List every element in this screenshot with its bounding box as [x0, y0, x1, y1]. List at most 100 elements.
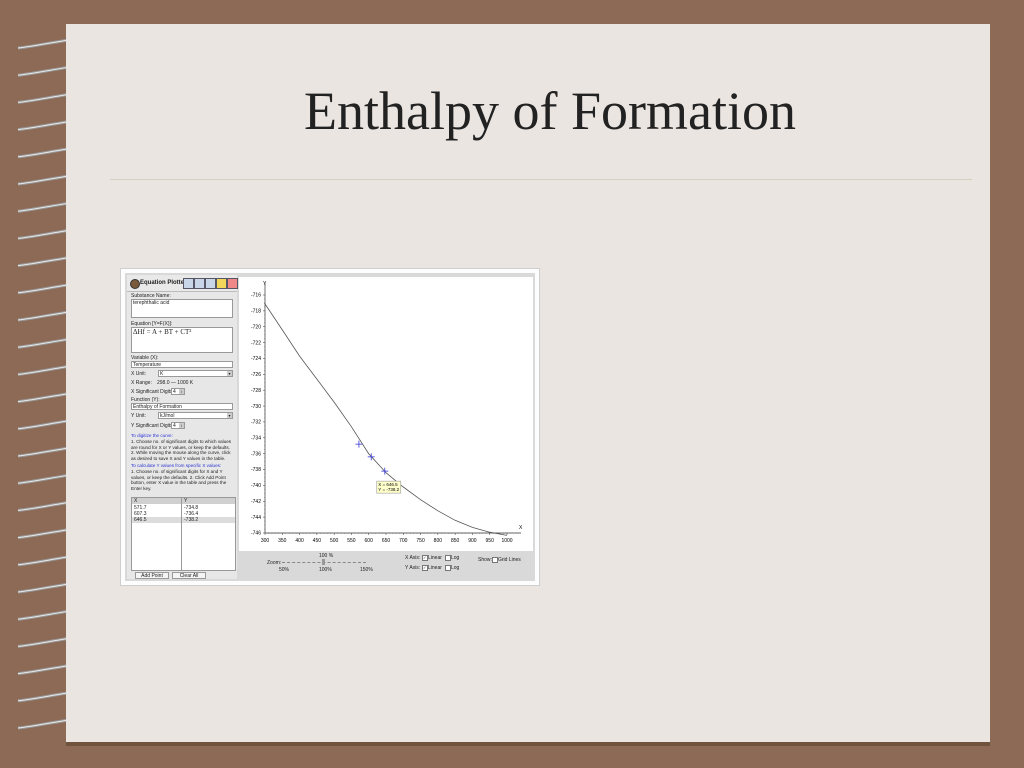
- y-tick-label: -734: [251, 436, 261, 442]
- y-axis-title: Y: [263, 281, 267, 287]
- zoom-min: 50%: [279, 567, 290, 573]
- calc-heading: To calculate Y values from specific X va…: [131, 463, 222, 468]
- x-tick-label: 450: [313, 538, 322, 544]
- x-tick-label: 700: [399, 538, 408, 544]
- x-tick-label: 950: [486, 538, 495, 544]
- points-table[interactable]: X Y 571.7 -734.8 607.3 -736.4 646.5 -738…: [131, 497, 236, 571]
- x-tick-label: 500: [330, 538, 339, 544]
- grid-lines-label: Grid Lines: [498, 557, 521, 563]
- y-tick-label: -726: [251, 372, 261, 378]
- x-unit-value: K: [160, 371, 164, 377]
- minus-icon[interactable]: [183, 278, 194, 289]
- chart[interactable]: Y X -716 -718 -720 -722 -724 -726 -728 -730 -732 -7…: [239, 277, 533, 551]
- y-tick-label: -744: [251, 515, 261, 521]
- chevron-down-icon: ▾: [227, 371, 232, 376]
- y-axis-label: Y Axis:: [405, 565, 421, 571]
- digitize-instructions: 1. Choose no. of significant digits to w…: [131, 439, 232, 461]
- series-line[interactable]: [263, 302, 508, 536]
- print-icon[interactable]: [227, 278, 238, 289]
- y-sig-value: 4: [173, 423, 176, 429]
- y-sig-stepper[interactable]: 4 ↕: [171, 422, 185, 429]
- variable-input[interactable]: Temperature: [131, 361, 233, 368]
- x-tick-label: 800: [434, 538, 443, 544]
- x-sig-label: X Significant Digits:: [131, 389, 175, 395]
- x-axis-title: X: [519, 525, 523, 531]
- x-tick-label: 750: [416, 538, 425, 544]
- x-tick-label: 900: [468, 538, 477, 544]
- x-tick-label: 550: [347, 538, 356, 544]
- x-tick-label: 850: [451, 538, 460, 544]
- x-unit-label: X Unit:: [131, 371, 147, 377]
- x-sig-value: 4: [173, 389, 176, 395]
- x-tick-label: 1000: [501, 538, 512, 544]
- x-tick-label: 350: [278, 538, 287, 544]
- x-range-label: X Range:: [131, 380, 152, 386]
- stepper-icon[interactable]: ↕: [179, 389, 184, 394]
- y-tick-label: -738: [251, 467, 261, 473]
- zoom-slider-thumb[interactable]: [322, 559, 325, 565]
- zoom-max: 150%: [360, 567, 373, 573]
- y-unit-value: kJ/mol: [160, 413, 175, 419]
- x-sig-stepper[interactable]: 4 ↕: [171, 388, 185, 395]
- point-tooltip: X = 646.5Y = -738.2: [376, 480, 402, 494]
- x-unit-select[interactable]: K ▾: [158, 370, 233, 377]
- paper-shadow: [66, 742, 990, 746]
- y-tick-label: -728: [251, 388, 261, 394]
- y-tick-label: -718: [251, 309, 261, 315]
- x-linear-label: Linear: [428, 555, 442, 561]
- plot-controls: 100 % Zoom: 50% 100% 150% X Axis: ✓ Line…: [239, 553, 533, 579]
- show-label: Show:: [478, 557, 492, 563]
- calc-instructions: 1. Choose no. of significant digits for …: [131, 469, 227, 491]
- add-point-button[interactable]: Add Point: [135, 572, 169, 579]
- x-tick-label: 300: [261, 538, 270, 544]
- y-tick-label: -724: [251, 356, 261, 362]
- stepper-icon[interactable]: ↕: [179, 423, 184, 428]
- y-unit-label: Y Unit:: [131, 413, 146, 419]
- column-header-x: X: [134, 498, 138, 504]
- table-header: X Y: [132, 498, 235, 504]
- y-tick-label: -730: [251, 404, 261, 410]
- clear-all-button[interactable]: Clear All: [172, 572, 206, 579]
- title-divider: [110, 179, 972, 180]
- y-tick-label: -746: [251, 531, 261, 537]
- plot-area[interactable]: Y X -716 -718 -720 -722 -724 -726 -728 -730 -732 -7…: [239, 277, 533, 551]
- slide-title: Enthalpy of Formation: [304, 81, 796, 141]
- y-tick-label: -736: [251, 451, 261, 457]
- substance-input[interactable]: terephthalic acid: [131, 299, 233, 318]
- x-log-label: Log: [451, 555, 460, 561]
- y-tick-label: -716: [251, 293, 261, 299]
- y-tick-label: -742: [251, 499, 261, 505]
- column-divider: [181, 498, 182, 570]
- app-logo-icon: [130, 279, 140, 289]
- table-row[interactable]: 646.5 -738.2: [132, 517, 235, 523]
- duplicate-icon[interactable]: [194, 278, 205, 289]
- x-axis-label: X Axis:: [405, 555, 421, 561]
- y-tick-label: -722: [251, 340, 261, 346]
- save-icon[interactable]: [205, 278, 216, 289]
- y-log-label: Log: [451, 565, 460, 571]
- equation-input[interactable]: ΔHf = A + BT + CT²: [131, 327, 233, 353]
- y-unit-select[interactable]: kJ/mol ▾: [158, 412, 233, 419]
- tooltip-y-value: Y = -738.2: [378, 487, 399, 492]
- app-body: Equation Plotter Substance Name: terepht…: [125, 273, 535, 581]
- input-panel: Equation Plotter Substance Name: terepht…: [127, 275, 238, 579]
- y-tick-label: -740: [251, 483, 261, 489]
- x-tick-label: 400: [295, 538, 304, 544]
- x-range-value: 298.0 — 1000 K: [157, 380, 194, 386]
- y-linear-label: Linear: [428, 565, 442, 571]
- table-cell: 646.5: [134, 517, 147, 523]
- function-input[interactable]: Enthalpy of Formation: [131, 403, 233, 410]
- digitize-heading: To digitize the curve:: [131, 433, 173, 438]
- folder-icon[interactable]: [216, 278, 227, 289]
- x-tick-label: 600: [365, 538, 374, 544]
- y-sig-label: Y Significant Digits:: [131, 423, 174, 429]
- x-tick-label: 650: [382, 538, 391, 544]
- toolbar: Equation Plotter: [127, 275, 238, 292]
- zoom-mid: 100%: [319, 567, 332, 573]
- equation-plotter-window: Equation Plotter Substance Name: terepht…: [120, 268, 540, 586]
- y-tick-label: -732: [251, 420, 261, 426]
- app-name: Equation Plotter: [140, 280, 187, 286]
- y-tick-label: -720: [251, 324, 261, 330]
- zoom-label: Zoom:: [267, 560, 282, 566]
- column-header-y: Y: [184, 498, 188, 504]
